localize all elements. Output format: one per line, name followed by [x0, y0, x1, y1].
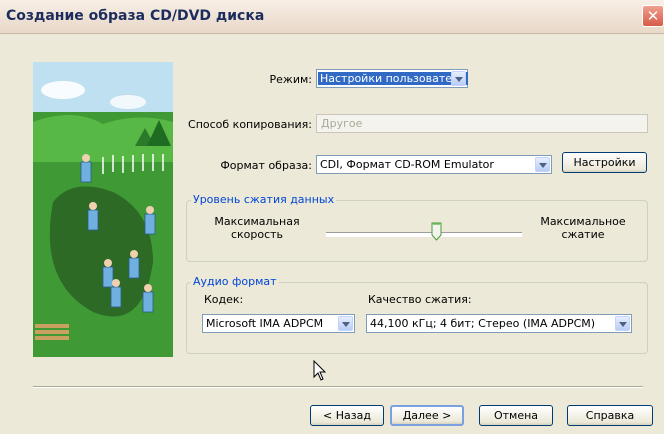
mode-label: Режим:	[269, 73, 312, 86]
copy-method-value: Другое	[321, 117, 363, 130]
image-format-value: CDI, Формат CD-ROM Emulator	[320, 158, 494, 171]
chevron-down-icon[interactable]	[451, 71, 466, 86]
codec-dropdown[interactable]: Microsoft IMA ADPCM	[202, 314, 355, 333]
copy-method-label: Способ копирования:	[188, 118, 312, 131]
dialog-window: Создание образа CD/DVD диска ✕ Режим: На…	[0, 0, 664, 434]
chevron-down-icon[interactable]	[535, 157, 550, 172]
next-button[interactable]: Далее >	[390, 405, 464, 426]
title-bar[interactable]: Создание образа CD/DVD диска ✕	[0, 0, 664, 34]
wizard-illustration	[33, 62, 173, 357]
audio-group-title: Аудио формат	[191, 275, 279, 288]
close-button[interactable]: ✕	[642, 5, 664, 27]
format-settings-button[interactable]: Настройки	[562, 152, 647, 173]
codec-label: Кодек:	[204, 293, 244, 306]
cancel-button[interactable]: Отмена	[479, 405, 553, 426]
max-speed-label-line2: скорость	[230, 228, 284, 241]
mouse-pointer-icon	[313, 360, 327, 381]
max-speed-label-line1: Максимальная	[214, 215, 300, 228]
quality-dropdown[interactable]: 44,100 кГц; 4 бит; Стерео (IMA ADPCM)	[366, 314, 632, 333]
max-compression-label: Максимальное сжатие	[528, 215, 638, 241]
max-compression-label-line1: Максимальное	[540, 215, 626, 228]
copy-method-field: Другое	[316, 114, 648, 133]
help-button[interactable]: Справка	[567, 405, 653, 426]
codec-value: Microsoft IMA ADPCM	[206, 317, 324, 330]
quality-label: Качество сжатия:	[368, 293, 472, 306]
chevron-down-icon[interactable]	[338, 316, 353, 331]
mode-value: Настройки пользователя	[318, 72, 468, 85]
quality-value: 44,100 кГц; 4 бит; Стерео (IMA ADPCM)	[370, 317, 596, 330]
image-format-label: Формат образа:	[220, 159, 312, 172]
compression-slider-thumb[interactable]	[431, 222, 442, 241]
footer-separator	[33, 386, 643, 388]
max-compression-label-line2: сжатие	[561, 228, 605, 241]
max-speed-label: Максимальная сжатие скорость	[202, 215, 312, 241]
chevron-down-icon[interactable]	[615, 316, 630, 331]
compression-group-title: Уровень сжатия данных	[191, 193, 337, 206]
window-title: Создание образа CD/DVD диска	[6, 8, 265, 24]
image-format-dropdown[interactable]: CDI, Формат CD-ROM Emulator	[316, 155, 552, 174]
back-button[interactable]: < Назад	[310, 405, 384, 426]
mode-dropdown[interactable]: Настройки пользователя	[316, 69, 468, 88]
compression-slider-track[interactable]	[326, 232, 522, 237]
